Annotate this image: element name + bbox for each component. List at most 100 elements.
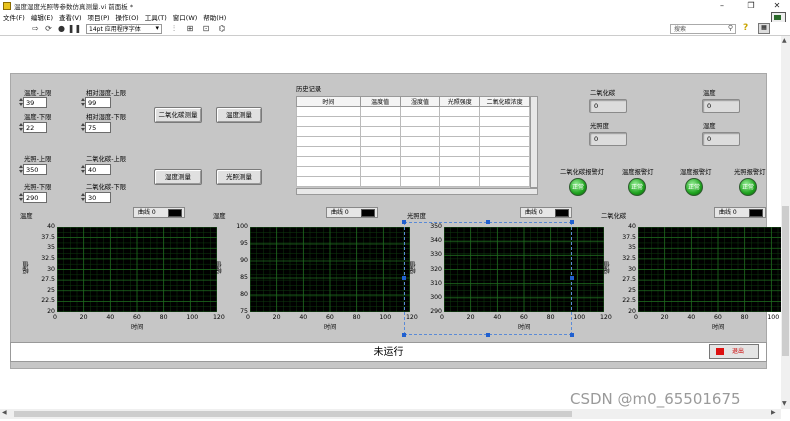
table-cell[interactable] (359, 156, 401, 167)
temp-measure-button[interactable]: 温度测量 (216, 107, 262, 123)
resize-handle[interactable] (570, 220, 574, 224)
pause-icon[interactable]: ❚❚ (68, 23, 81, 34)
humidity-upper-input[interactable]: 99 (85, 97, 111, 108)
table-cell[interactable] (296, 136, 361, 147)
history-table[interactable]: 时间 温度值 湿度值 光照强度 二氧化碳浓度 (296, 96, 530, 187)
reorder-icon[interactable]: ⌬ (215, 23, 229, 34)
table-cell[interactable] (439, 166, 481, 177)
table-cell[interactable] (479, 126, 530, 137)
scroll-down-icon[interactable]: ▼ (782, 400, 787, 407)
table-row[interactable] (296, 146, 530, 157)
co2-waveform-chart[interactable]: 二氧化碳 曲线 0 20 22.5 25 27.5 30 32.5 35 37.5 40 0 20 40 6… (601, 207, 790, 337)
horizontal-scroll-thumb[interactable] (14, 411, 572, 417)
light-upper-input[interactable]: 350 (23, 164, 47, 175)
table-row[interactable] (296, 176, 530, 187)
table-cell[interactable] (479, 116, 530, 127)
search-input[interactable]: 搜索 ⚲ (670, 24, 736, 34)
table-cell[interactable] (296, 166, 361, 177)
table-cell[interactable] (359, 106, 401, 117)
plot-area[interactable] (57, 227, 217, 312)
light-lower-input[interactable]: 290 (23, 192, 47, 203)
plot-legend[interactable]: 曲线 0 (133, 207, 185, 218)
table-row[interactable] (296, 116, 530, 127)
scroll-up-icon[interactable]: ▲ (782, 37, 787, 44)
maximize-button[interactable]: ❐ (737, 0, 765, 11)
resize-handle[interactable] (402, 276, 406, 280)
align-objects-icon[interactable]: ⫶ (167, 23, 181, 34)
table-cell[interactable] (439, 126, 481, 137)
history-vscroll[interactable] (530, 96, 538, 188)
temp-lower-input[interactable]: 22 (23, 122, 47, 133)
vertical-scroll-thumb[interactable] (782, 206, 789, 356)
table-cell[interactable] (399, 166, 441, 177)
table-cell[interactable] (439, 116, 481, 127)
resize-objects-icon[interactable]: ⊡ (199, 23, 213, 34)
humidity-lower-input[interactable]: 75 (85, 122, 111, 133)
table-cell[interactable] (359, 146, 401, 157)
table-cell[interactable] (359, 166, 401, 177)
table-cell[interactable] (296, 156, 361, 167)
table-cell[interactable] (399, 156, 441, 167)
table-cell[interactable] (479, 106, 530, 117)
distribute-objects-icon[interactable]: ⊞ (183, 23, 197, 34)
table-cell[interactable] (479, 136, 530, 147)
minimize-button[interactable]: – (708, 0, 736, 11)
menu-view[interactable]: 查看(V) (59, 12, 82, 22)
resize-handle[interactable] (486, 333, 490, 337)
run-arrow-icon[interactable]: ⇨ (30, 23, 41, 34)
resize-handle[interactable] (570, 276, 574, 280)
menu-operate[interactable]: 操作(O) (116, 12, 139, 22)
history-hscroll[interactable] (296, 188, 538, 195)
table-cell[interactable] (359, 176, 401, 187)
table-cell[interactable] (479, 166, 530, 177)
table-cell[interactable] (439, 146, 481, 157)
table-cell[interactable] (359, 116, 401, 127)
table-cell[interactable] (296, 106, 361, 117)
scroll-right-icon[interactable]: ▶ (771, 409, 776, 416)
light-measure-button[interactable]: 光照测量 (216, 169, 262, 185)
plot-area[interactable] (638, 227, 790, 312)
plot-legend[interactable]: 曲线 0 (520, 207, 572, 218)
menu-file[interactable]: 文件(F) (3, 12, 25, 22)
table-cell[interactable] (479, 146, 530, 157)
table-cell[interactable] (359, 136, 401, 147)
table-cell[interactable] (479, 156, 530, 167)
abort-icon[interactable]: ● (56, 23, 67, 34)
menu-window[interactable]: 窗口(W) (173, 12, 198, 22)
table-cell[interactable] (296, 146, 361, 157)
table-cell[interactable] (399, 126, 441, 137)
help-icon[interactable]: ? (743, 23, 748, 33)
table-cell[interactable] (399, 136, 441, 147)
menu-project[interactable]: 项目(P) (88, 12, 110, 22)
table-row[interactable] (296, 136, 530, 147)
humidity-measure-button[interactable]: 湿度测量 (154, 169, 202, 185)
co2-lower-input[interactable]: 30 (85, 192, 111, 203)
menu-tools[interactable]: 工具(T) (145, 12, 167, 22)
run-continuously-icon[interactable]: ⟳ (43, 23, 54, 34)
table-cell[interactable] (296, 116, 361, 127)
table-cell[interactable] (296, 126, 361, 137)
resize-handle[interactable] (486, 220, 490, 224)
resize-handle[interactable] (570, 333, 574, 337)
co2-upper-input[interactable]: 40 (85, 164, 111, 175)
table-row[interactable] (296, 156, 530, 167)
table-cell[interactable] (439, 176, 481, 187)
plot-legend[interactable]: 曲线 0 (714, 207, 766, 218)
table-row[interactable] (296, 126, 530, 137)
resize-handle[interactable] (402, 333, 406, 337)
table-cell[interactable] (399, 116, 441, 127)
plot-area[interactable] (250, 227, 410, 312)
table-cell[interactable] (296, 176, 361, 187)
table-cell[interactable] (479, 176, 530, 187)
table-cell[interactable] (439, 156, 481, 167)
temp-upper-input[interactable]: 39 (23, 97, 47, 108)
table-cell[interactable] (399, 176, 441, 187)
menu-help[interactable]: 帮助(H) (203, 12, 226, 22)
font-selector[interactable]: 14pt 应用程序字体 (86, 23, 162, 34)
humidity-waveform-chart[interactable]: 湿度 曲线 0 75 80 85 90 95 100 0 20 40 60 80 100 120 幅值 时间 (213, 207, 418, 337)
exit-button[interactable]: 退出 (709, 344, 759, 359)
panel-horizontal-scrollbar[interactable]: ◀ ▶ (0, 409, 781, 419)
panel-vertical-scrollbar[interactable]: ▲ ▼ (781, 36, 790, 409)
co2-measure-button[interactable]: 二氧化碳测量 (154, 107, 202, 123)
table-row[interactable] (296, 166, 530, 177)
